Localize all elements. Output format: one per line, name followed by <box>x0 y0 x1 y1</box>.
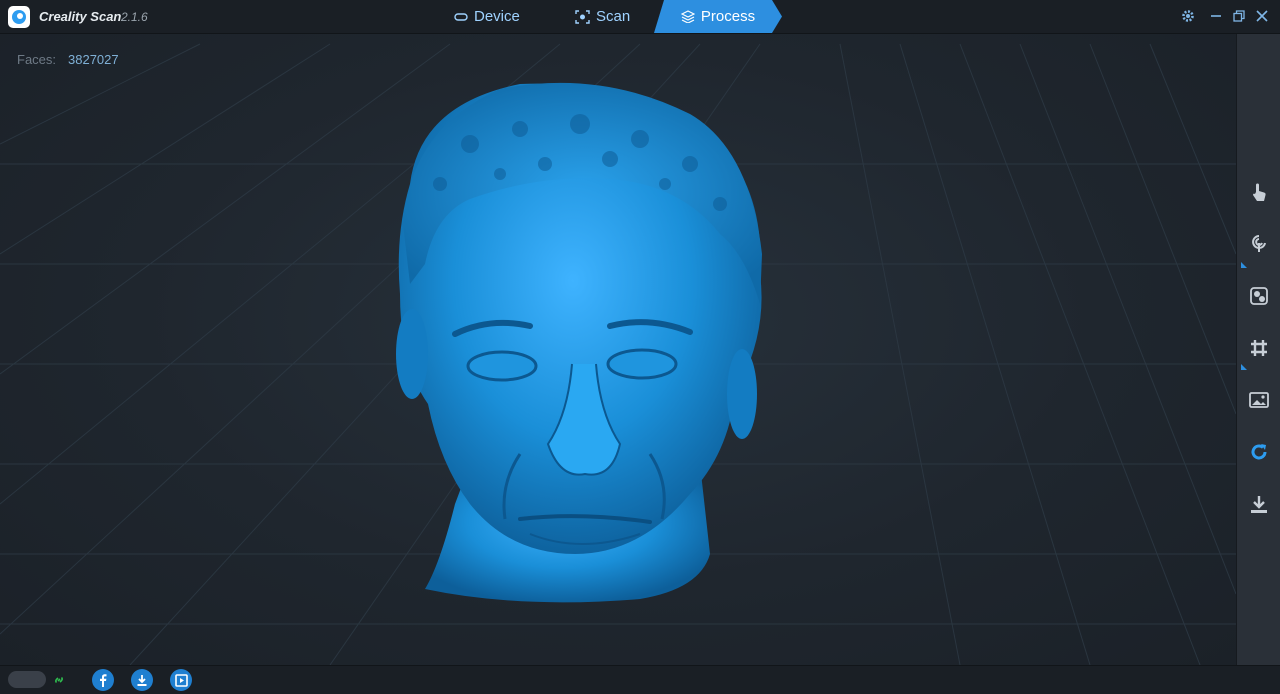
device-status-icon <box>8 671 46 688</box>
lasso-tool-button[interactable] <box>1247 232 1271 256</box>
tab-process[interactable]: Process <box>654 0 782 33</box>
close-icon <box>1256 10 1268 22</box>
refresh-button[interactable] <box>1247 440 1271 464</box>
export-button[interactable] <box>1247 492 1271 516</box>
restore-icon <box>1233 10 1245 22</box>
scan-icon <box>575 9 590 24</box>
link-icon <box>55 676 63 684</box>
tab-scan[interactable]: Scan <box>575 0 630 33</box>
refresh-icon <box>1251 444 1267 460</box>
tab-label: Process <box>700 8 756 25</box>
texture-icon <box>1250 287 1268 305</box>
select-tool-button[interactable] <box>1247 180 1271 204</box>
gear-icon <box>1182 10 1194 22</box>
connection-link-button[interactable] <box>52 673 66 692</box>
3d-viewport[interactable]: Faces: 3827027 <box>0 34 1236 665</box>
tab-device[interactable]: Device <box>454 0 520 33</box>
facebook-icon <box>100 674 107 687</box>
right-toolbar <box>1236 34 1280 665</box>
close-button[interactable] <box>1254 8 1270 24</box>
update-download-button[interactable] <box>131 669 153 691</box>
app-name: Creality Scan <box>39 9 122 24</box>
texture-tool-button[interactable] <box>1247 284 1271 308</box>
grid-icon <box>1251 340 1267 356</box>
device-icon <box>454 12 468 21</box>
tab-label: Scan <box>596 8 631 25</box>
video-tutorial-icon <box>174 673 188 687</box>
minimize-icon <box>1211 15 1221 17</box>
tab-label: Device <box>474 8 520 25</box>
download-icon <box>137 674 147 686</box>
video-tutorial-button[interactable] <box>170 669 192 691</box>
mesh-tool-button[interactable] <box>1247 336 1271 360</box>
restore-button[interactable] <box>1231 8 1247 24</box>
image-icon <box>1249 392 1269 408</box>
status-bar <box>0 665 1280 694</box>
select-touch-icon <box>1253 183 1266 201</box>
title-bar: Creality Scan 2.1.6 Device Scan Process <box>0 0 1280 34</box>
expand-indicator <box>1241 364 1247 370</box>
expand-indicator <box>1241 262 1247 268</box>
app-version: 2.1.6 <box>121 10 148 24</box>
scanned-head-model[interactable] <box>0 34 1236 665</box>
app-logo <box>8 6 30 28</box>
download-icon <box>1251 496 1267 513</box>
settings-button[interactable] <box>1180 8 1196 24</box>
facebook-button[interactable] <box>92 669 114 691</box>
minimize-button[interactable] <box>1208 8 1224 24</box>
image-tool-button[interactable] <box>1247 388 1271 412</box>
layers-icon <box>680 10 695 23</box>
lasso-icon <box>1252 235 1266 252</box>
